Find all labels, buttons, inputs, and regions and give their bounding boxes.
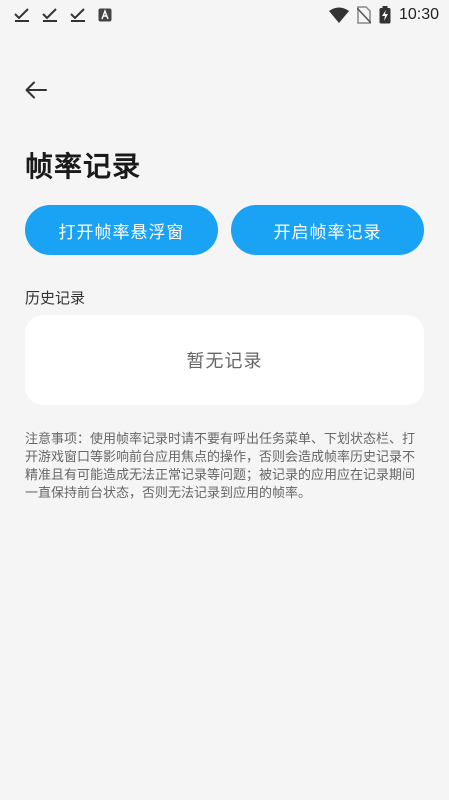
page-title: 帧率记录 xyxy=(25,150,142,183)
arrow-left-icon xyxy=(25,81,47,99)
status-time: 10:30 xyxy=(398,6,439,23)
empty-state-text: 暂无记录 xyxy=(186,351,263,372)
history-list: 暂无记录 xyxy=(25,315,424,405)
wifi-icon xyxy=(328,7,349,23)
check-icon xyxy=(42,8,57,22)
notice-text: 注意事项：使用帧率记录时请不要有呼出任务菜单、下划状态栏、打开游戏窗口等影响前台… xyxy=(25,432,416,501)
system-icons: 10:30 xyxy=(328,6,439,24)
start-record-button[interactable]: 开启帧率记录 xyxy=(231,205,424,255)
check-icon xyxy=(14,8,29,22)
app-icon xyxy=(98,8,112,22)
no-sim-icon xyxy=(356,6,371,24)
open-float-window-button[interactable]: 打开帧率悬浮窗 xyxy=(25,205,218,255)
notification-icons xyxy=(14,8,112,22)
back-button[interactable] xyxy=(22,76,50,104)
check-icon xyxy=(70,8,85,22)
status-bar: 10:30 xyxy=(0,0,449,30)
history-section-label: 历史记录 xyxy=(25,289,86,307)
battery-charging-icon xyxy=(379,6,391,24)
